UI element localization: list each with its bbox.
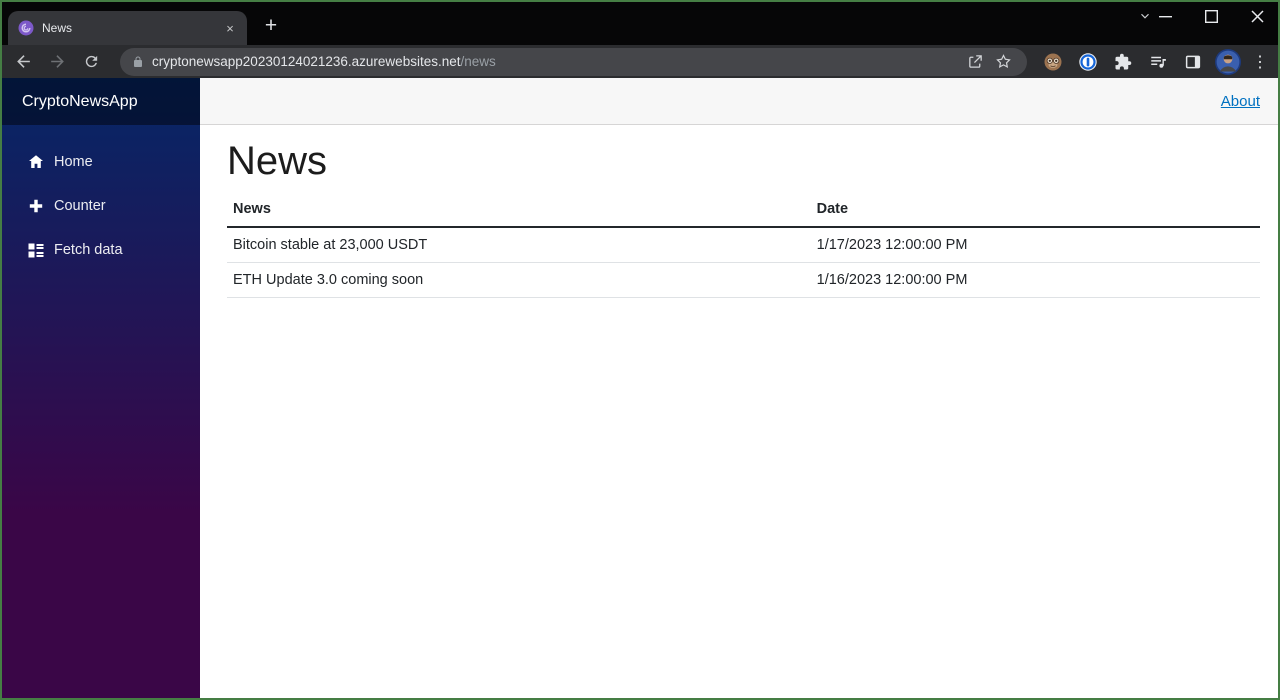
news-page: News News Date Bitcoin stable at 23,000 … bbox=[200, 125, 1280, 298]
date-cell: 1/17/2023 12:00:00 PM bbox=[810, 227, 1260, 263]
table-header-row: News Date bbox=[227, 194, 1260, 228]
queue-music-extension-icon[interactable] bbox=[1142, 48, 1173, 76]
table-row: Bitcoin stable at 23,000 USDT 1/17/2023 … bbox=[227, 227, 1260, 263]
news-cell: ETH Update 3.0 coming soon bbox=[227, 262, 811, 298]
browser-tab-news[interactable]: News × bbox=[8, 11, 247, 45]
sidebar-item-counter[interactable]: Counter bbox=[0, 184, 200, 228]
monkey-extension-icon[interactable] bbox=[1037, 48, 1068, 76]
about-link[interactable]: About bbox=[1221, 93, 1260, 110]
refresh-icon[interactable] bbox=[76, 48, 106, 76]
main-area: About News News Date Bitcoin stable at 2… bbox=[200, 78, 1280, 700]
sidebar-item-fetch-data[interactable]: Fetch data bbox=[0, 228, 200, 272]
share-icon[interactable] bbox=[961, 49, 989, 75]
column-header-news: News bbox=[227, 194, 811, 228]
date-cell: 1/16/2023 12:00:00 PM bbox=[810, 262, 1260, 298]
forward-icon[interactable] bbox=[42, 48, 72, 76]
sidebar-item-label: Counter bbox=[54, 198, 106, 214]
sidebar-brand-row: CryptoNewsApp bbox=[0, 78, 200, 125]
browser-titlebar: News × + bbox=[0, 0, 1280, 45]
address-bar[interactable]: cryptonewsapp20230124021236.azurewebsite… bbox=[120, 47, 1027, 76]
bookmark-star-icon[interactable] bbox=[989, 49, 1017, 75]
tab-title: News bbox=[42, 21, 73, 35]
minimize-icon[interactable] bbox=[1142, 0, 1188, 32]
app-brand[interactable]: CryptoNewsApp bbox=[22, 93, 138, 111]
column-header-date: Date bbox=[810, 194, 1260, 228]
url-host: cryptonewsapp20230124021236.azurewebsite… bbox=[152, 54, 461, 69]
maximize-icon[interactable] bbox=[1188, 0, 1234, 32]
tab-close-icon[interactable]: × bbox=[221, 19, 239, 37]
kebab-menu-icon[interactable]: ⋮ bbox=[1248, 48, 1272, 76]
sidebar-item-home[interactable]: Home bbox=[0, 140, 200, 184]
sidebar-item-label: Home bbox=[54, 154, 93, 170]
new-tab-button[interactable]: + bbox=[257, 12, 285, 40]
app-viewport: CryptoNewsApp Home Counter Fetch data Ab… bbox=[0, 78, 1280, 700]
plus-icon bbox=[28, 198, 44, 214]
side-panel-icon[interactable] bbox=[1177, 48, 1208, 76]
favicon-blazor-icon bbox=[18, 20, 34, 36]
sidebar-item-label: Fetch data bbox=[54, 242, 123, 258]
page-title: News bbox=[227, 139, 328, 183]
puzzle-extensions-icon[interactable] bbox=[1107, 48, 1138, 76]
sidebar: CryptoNewsApp Home Counter Fetch data bbox=[0, 78, 200, 700]
profile-avatar[interactable] bbox=[1212, 48, 1244, 76]
url-text[interactable]: cryptonewsapp20230124021236.azurewebsite… bbox=[152, 54, 961, 69]
browser-toolbar: cryptonewsapp20230124021236.azurewebsite… bbox=[0, 45, 1280, 78]
back-icon[interactable] bbox=[8, 48, 38, 76]
lock-icon[interactable] bbox=[132, 55, 144, 69]
url-path: /news bbox=[460, 54, 496, 69]
table-row: ETH Update 3.0 coming soon 1/16/2023 12:… bbox=[227, 262, 1260, 298]
news-cell: Bitcoin stable at 23,000 USDT bbox=[227, 227, 811, 263]
top-row: About bbox=[200, 78, 1280, 125]
window-buttons bbox=[1142, 0, 1280, 32]
onepassword-extension-icon[interactable] bbox=[1072, 48, 1103, 76]
list-rich-icon bbox=[28, 242, 44, 258]
news-table: News Date Bitcoin stable at 23,000 USDT … bbox=[227, 194, 1260, 298]
home-icon bbox=[28, 154, 44, 170]
close-icon[interactable] bbox=[1234, 0, 1280, 32]
sidebar-nav: Home Counter Fetch data bbox=[0, 125, 200, 272]
